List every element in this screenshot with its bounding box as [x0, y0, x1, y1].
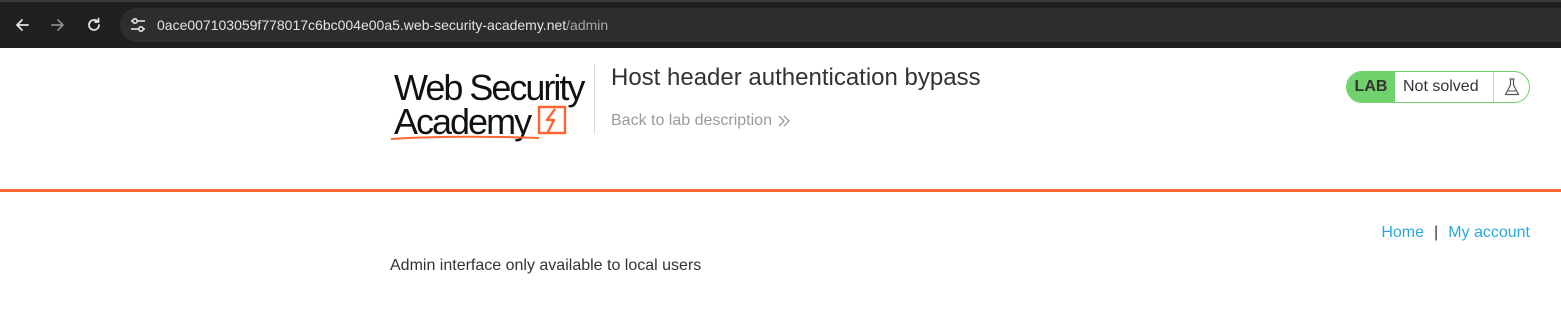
lab-badge: LAB	[1347, 72, 1395, 102]
lab-status-text: Not solved	[1403, 78, 1479, 95]
home-link[interactable]: Home	[1381, 224, 1424, 242]
admin-access-message: Admin interface only available to local …	[390, 257, 702, 274]
page-header: Web Security Academy Host header authent…	[0, 48, 1561, 190]
reload-button[interactable]	[82, 13, 106, 37]
url-path: /admin	[566, 17, 609, 33]
nav-separator: |	[1434, 224, 1439, 241]
flask-icon	[1504, 78, 1519, 96]
lightning-bolt-icon	[537, 105, 567, 135]
back-button[interactable]	[10, 13, 34, 37]
url-text[interactable]: 0ace007103059f778017c6bc004e00a5.web-sec…	[157, 17, 608, 33]
my-account-link[interactable]: My account	[1448, 224, 1530, 242]
lab-title: Host header authentication bypass	[611, 64, 981, 91]
url-host: 0ace007103059f778017c6bc004e00a5.web-sec…	[157, 17, 567, 33]
double-chevron-right-icon	[778, 115, 790, 127]
tune-icon[interactable]	[128, 16, 148, 34]
arrow-right-icon	[51, 19, 64, 31]
back-link-label: Back to lab description	[611, 112, 772, 129]
forward-button[interactable]	[46, 13, 70, 37]
address-bar[interactable]: 0ace007103059f778017c6bc004e00a5.web-sec…	[120, 8, 1561, 42]
back-to-lab-description-link[interactable]: Back to lab description	[611, 112, 790, 130]
header-divider	[594, 64, 595, 134]
browser-toolbar: 0ace007103059f778017c6bc004e00a5.web-sec…	[0, 0, 1561, 48]
header-separator	[0, 189, 1561, 192]
logo-underline	[390, 135, 540, 140]
lab-flask-button[interactable]	[1493, 72, 1529, 102]
arrow-left-icon	[16, 19, 29, 31]
academy-logo[interactable]: Web Security Academy	[390, 68, 595, 144]
lab-status-widget: LAB Not solved	[1346, 71, 1530, 103]
reload-icon	[88, 17, 100, 31]
top-navigation: Home | My account	[1381, 224, 1530, 242]
